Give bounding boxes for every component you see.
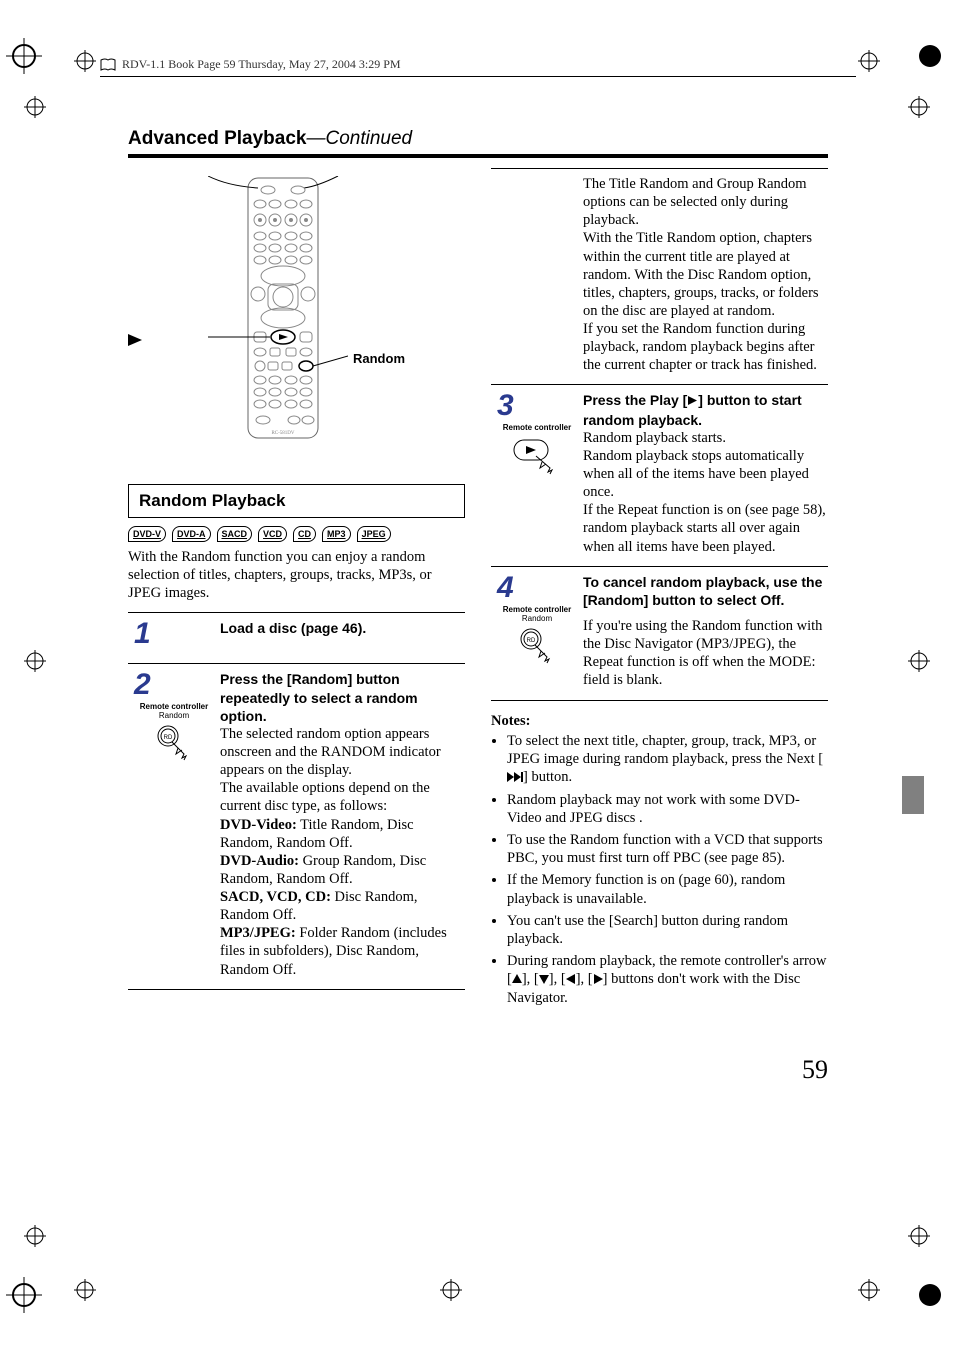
badge-mp3: MP3 [322, 526, 351, 542]
step-2-number: 2 [134, 670, 220, 700]
left-arrow-icon [566, 971, 576, 989]
page-number: 59 [802, 1055, 828, 1085]
reg-mark-br-outer [912, 1277, 948, 1313]
book-icon [100, 58, 116, 72]
note-2: Random playback may not work with some D… [507, 791, 828, 827]
reg-mark-bottom-center [440, 1279, 462, 1301]
running-head-rule [100, 76, 856, 77]
right-arrow-icon [593, 971, 603, 989]
reg-mark-br-target [858, 1279, 880, 1301]
step-2-p2: The available options depend on the curr… [220, 779, 465, 815]
next-icon [507, 769, 523, 787]
step-2-opt2: DVD-Audio: Group Random, Disc Random, Ra… [220, 852, 465, 888]
note-3: To use the Random function with a VCD th… [507, 831, 828, 867]
section-title-sep: — [306, 128, 325, 149]
reg-mark-top-right-outer [912, 38, 948, 74]
random-button-icon-2: RD [491, 627, 583, 667]
section-rule [128, 154, 828, 158]
left-column: Random Playback DVD-V DVD-A SACD VCD CD … [128, 484, 465, 1011]
reg-mark-left-top [24, 96, 46, 118]
step-2-opt4: MP3/JPEG: Folder Random (includes files … [220, 924, 465, 978]
step-4-subtitle: Remote controller [491, 605, 583, 614]
down-arrow-icon [539, 971, 549, 989]
random-button-icon: RD [128, 724, 220, 764]
badge-cd: CD [293, 526, 316, 542]
note-4: If the Memory function is on (page 60), … [507, 871, 828, 907]
step-2-opt1: DVD-Video: Title Random, Disc Random, Ra… [220, 816, 465, 852]
badge-vcd: VCD [258, 526, 287, 542]
section-title: Advanced Playback—Continued [128, 128, 828, 150]
reg-mark-left-mid [24, 650, 46, 672]
section-title-continued: Continued [325, 128, 412, 149]
step-2-title: Press the [Random] button repeatedly to … [220, 670, 465, 725]
format-badges: DVD-V DVD-A SACD VCD CD MP3 JPEG [128, 526, 465, 542]
step-4-number: 4 [497, 573, 583, 603]
page-content: Advanced Playback—Continued [128, 128, 828, 1011]
remote-controller-illustration: RC-581DV [208, 176, 348, 476]
step-2-subtitle: Remote controller [128, 702, 220, 711]
note-1: To select the next title, chapter, group… [507, 732, 828, 787]
step-2-p1: The selected random option appears onscr… [220, 725, 465, 779]
step-2-opt3: SACD, VCD, CD: Disc Random, Random Off. [220, 888, 465, 924]
step-1: 1 Load a disc (page 46). [128, 613, 465, 663]
step-4-p1: If you're using the Random function with… [583, 617, 828, 690]
svg-text:RD: RD [527, 638, 536, 644]
thumb-tab [902, 776, 924, 814]
section-title-main: Advanced Playback [128, 128, 306, 149]
subsection-heading: Random Playback [128, 484, 465, 518]
reg-mark-left-bot [24, 1225, 46, 1247]
step-4-title: To cancel random playback, use the [Rand… [583, 573, 828, 609]
reg-mark-top-left-outer [6, 38, 42, 74]
notes-list: To select the next title, chapter, group… [491, 732, 828, 1008]
note-6: During random playback, the remote contr… [507, 952, 828, 1007]
note-5: You can't use the [Search] button during… [507, 912, 828, 948]
badge-jpeg: JPEG [357, 526, 391, 542]
reg-mark-bl-target [74, 1279, 96, 1301]
up-arrow-icon [512, 971, 522, 989]
random-callout-label: Random [353, 351, 405, 366]
step-1-number: 1 [134, 619, 220, 649]
notes-heading: Notes: [491, 713, 828, 730]
badge-dvd-a: DVD-A [172, 526, 211, 542]
remote-model-label: RC-581DV [271, 431, 294, 436]
reg-mark-bl-outer [6, 1277, 42, 1313]
intro-paragraph: With the Random function you can enjoy a… [128, 548, 465, 602]
running-head: RDV-1.1 Book Page 59 Thursday, May 27, 2… [100, 57, 401, 72]
badge-sacd: SACD [217, 526, 253, 542]
step-4: 4 Remote controller Random RD To cancel … [491, 567, 828, 700]
svg-text:RD: RD [164, 735, 173, 741]
step-4-icon-label: Random [491, 614, 583, 623]
step-2: 2 Remote controller Random RD Press the … [128, 664, 465, 988]
reg-mark-tr-target [858, 50, 880, 72]
step-1-title: Load a disc (page 46). [220, 619, 465, 637]
reg-mark-tl-target [74, 50, 96, 72]
step-2-icon-label: Random [128, 711, 220, 720]
reg-mark-right-top [908, 96, 930, 118]
reg-mark-right-mid [908, 650, 930, 672]
badge-dvd-v: DVD-V [128, 526, 166, 542]
remote-diagram: RC-581DV Random [128, 176, 828, 476]
play-arrow-icon [128, 333, 142, 351]
running-head-text: RDV-1.1 Book Page 59 Thursday, May 27, 2… [122, 57, 401, 72]
reg-mark-right-bot [908, 1225, 930, 1247]
step-3-p3: If the Repeat function is on (see page 5… [583, 501, 828, 555]
